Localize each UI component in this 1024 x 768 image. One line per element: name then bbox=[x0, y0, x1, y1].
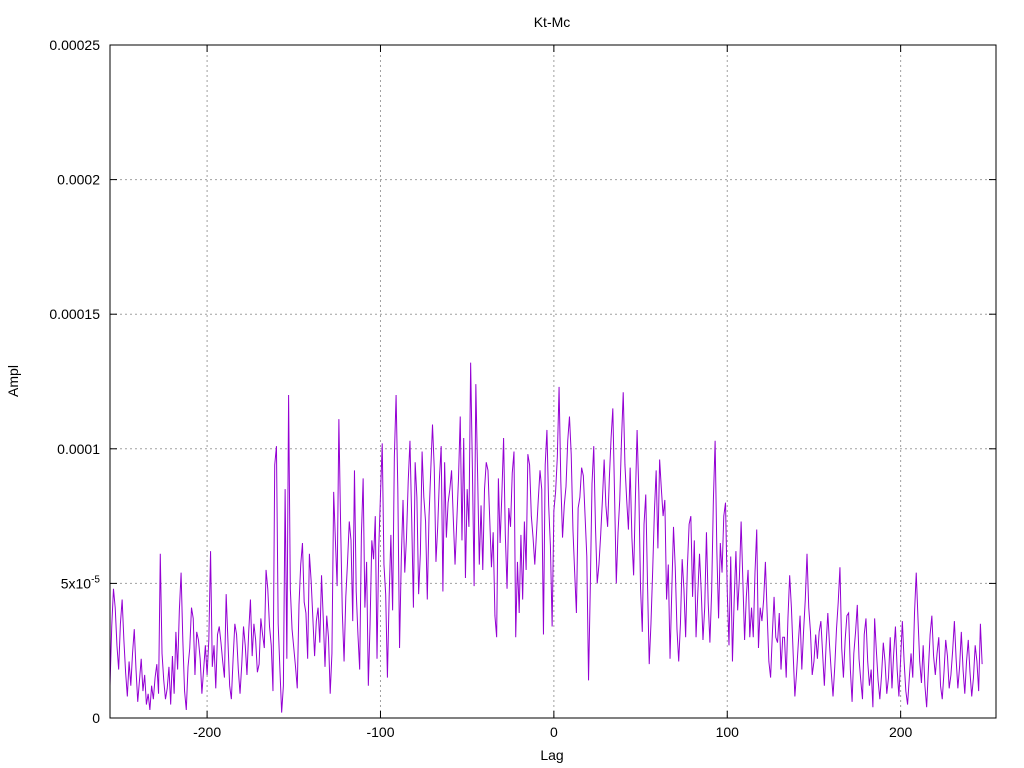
y-tick-label: 0.00025 bbox=[49, 37, 100, 53]
chart-root: -200 -100 0 100 200 0 5x10-5 0.0001 0.00015 0.000… bbox=[0, 0, 1024, 768]
x-tick-label: 0 bbox=[550, 724, 558, 740]
y-tick-label: 0.0001 bbox=[57, 441, 100, 457]
x-tick-label: -100 bbox=[366, 724, 394, 740]
x-tick-label: 200 bbox=[889, 724, 913, 740]
y-tick-label: 0 bbox=[92, 710, 100, 726]
y-tick-label: 0.0002 bbox=[57, 172, 100, 188]
x-tick-label: 100 bbox=[716, 724, 740, 740]
y-tick-label: 0.00015 bbox=[49, 306, 100, 322]
y-axis-label: Ampl bbox=[5, 365, 21, 397]
x-tick-label: -200 bbox=[193, 724, 221, 740]
chart-title: Kt-Mc bbox=[534, 14, 571, 30]
chart-svg: -200 -100 0 100 20005x10-50.00010.000150.000… bbox=[0, 0, 1024, 768]
x-axis-label: Lag bbox=[540, 747, 563, 763]
chart-background bbox=[0, 0, 1024, 768]
